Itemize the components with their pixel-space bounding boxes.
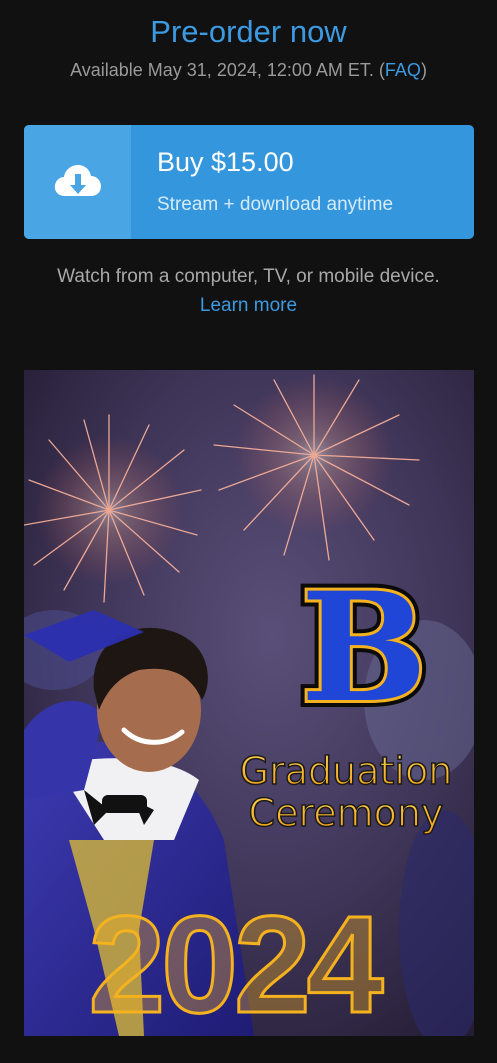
watch-devices-text: Watch from a computer, TV, or mobile dev…: [57, 266, 440, 287]
product-page: Pre-order now Available May 31, 2024, 12…: [0, 0, 497, 1063]
poster-artwork: B B B Graduation Ceremony 2024: [24, 370, 474, 1036]
poster-image: B B B Graduation Ceremony 2024: [24, 370, 474, 1036]
cloud-download-icon: [54, 165, 101, 196]
faq-link[interactable]: FAQ: [385, 60, 421, 80]
poster-title-line2: Ceremony: [249, 791, 444, 835]
poster-title-line1: Graduation: [240, 749, 453, 793]
learn-more-link[interactable]: Learn more: [0, 295, 497, 317]
buy-button[interactable]: Buy $15.00 Stream + download anytime: [24, 125, 474, 239]
page-title: Pre-order now: [150, 14, 347, 49]
poster-year: 2024: [89, 888, 384, 1036]
school-logo: B B B: [294, 553, 435, 743]
buy-icon-box: [24, 125, 131, 239]
availability-suffix: ): [420, 60, 427, 80]
availability-text: Available May 31, 2024, 12:00 AM ET. (FA…: [0, 60, 497, 81]
availability-prefix: Available May 31, 2024, 12:00 AM ET. (: [70, 60, 385, 80]
buy-sub-label: Stream + download anytime: [157, 194, 394, 215]
svg-text:B: B: [301, 560, 428, 736]
buy-price-label: Buy $15.00: [157, 147, 294, 177]
